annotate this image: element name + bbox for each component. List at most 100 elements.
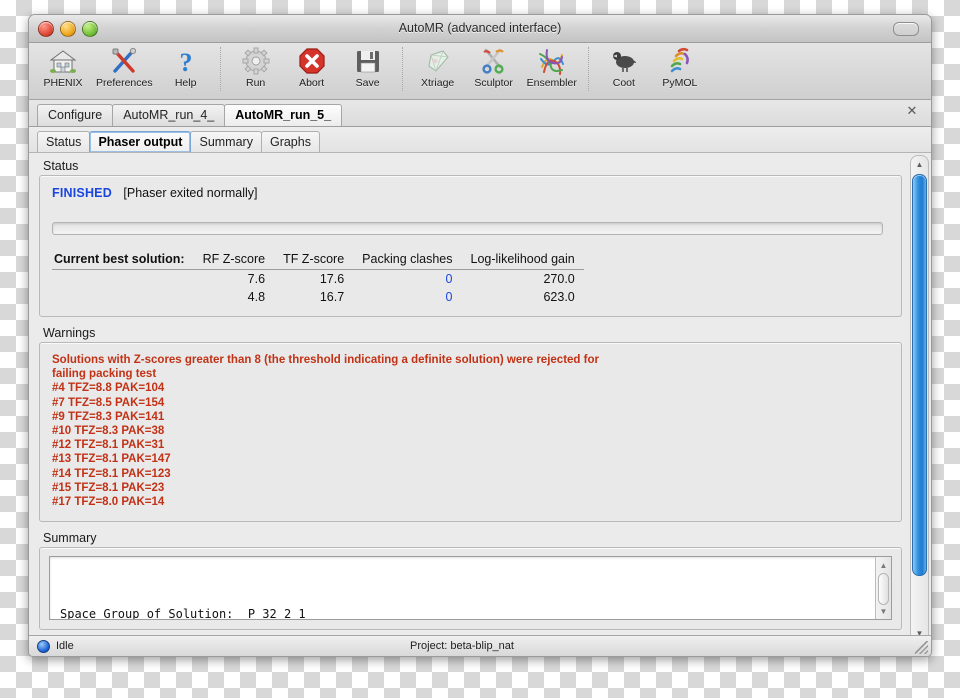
header-tf-zscore: TF Z-score bbox=[274, 251, 354, 270]
tab-phaser-output[interactable]: Phaser output bbox=[89, 131, 192, 152]
content-area: Status FINISHED [Phaser exited normally]… bbox=[29, 153, 931, 645]
scroll-pane: Status FINISHED [Phaser exited normally]… bbox=[29, 153, 910, 645]
toolbar-button-sculptor[interactable]: Sculptor bbox=[466, 46, 522, 89]
toolbar-button-phenix[interactable]: PHENIX bbox=[35, 46, 91, 89]
header-packing-clashes: Packing clashes bbox=[353, 251, 462, 270]
summary-group-body: Space Group of Solution: P 32 2 1 ▲ ▼ bbox=[39, 547, 902, 631]
toolbar-label: Run bbox=[245, 77, 266, 89]
tab-summary[interactable]: Summary bbox=[190, 131, 262, 152]
status-bar-project: Project: beta-blip_nat bbox=[410, 640, 514, 652]
resize-grip-icon[interactable] bbox=[915, 641, 928, 654]
toolbar-button-xtriage[interactable]: Xtriage bbox=[410, 46, 466, 89]
summary-text: Space Group of Solution: P 32 2 1 bbox=[60, 607, 306, 621]
tab-graphs[interactable]: Graphs bbox=[260, 131, 320, 152]
cell-llg: 270.0 bbox=[543, 272, 575, 286]
helix-icon bbox=[666, 46, 694, 76]
toolbar-separator bbox=[401, 47, 404, 91]
toolbar-label: PyMOL bbox=[662, 77, 698, 89]
status-bar: Idle Project: beta-blip_nat bbox=[29, 635, 931, 656]
svg-text:?: ? bbox=[179, 48, 192, 75]
main-scroll-thumb[interactable] bbox=[912, 174, 927, 576]
toolbar-group-external: Coot PyMOL bbox=[596, 46, 708, 94]
status-message: [Phaser exited normally] bbox=[123, 186, 258, 200]
crystal-icon bbox=[424, 46, 452, 76]
scroll-up-icon[interactable]: ▲ bbox=[911, 157, 928, 172]
tools-icon bbox=[110, 46, 138, 76]
row-label bbox=[52, 270, 194, 289]
summary-scrollbar[interactable]: ▲ ▼ bbox=[875, 557, 891, 620]
summary-group: Summary Space Group of Solution: P 32 2 … bbox=[39, 531, 902, 631]
warnings-text: Solutions with Z-scores greater than 8 (… bbox=[52, 354, 599, 509]
table-lead-header: Current best solution: bbox=[52, 251, 194, 270]
toolbar-button-abort[interactable]: Abort bbox=[284, 46, 340, 89]
close-tab-icon[interactable]: ✕ bbox=[905, 104, 919, 118]
summary-scroll-thumb[interactable] bbox=[878, 573, 889, 606]
toolbar: PHENIX Preferences ? Help Run Abort Save… bbox=[29, 43, 931, 100]
toolbar-group-main: PHENIX Preferences ? Help bbox=[35, 46, 214, 94]
toolbar-label: Help bbox=[174, 77, 197, 89]
header-rf-zscore: RF Z-score bbox=[193, 251, 275, 270]
title-bar: AutoMR (advanced interface) bbox=[29, 15, 931, 43]
cell-tf-zscore: 17.6 bbox=[319, 272, 345, 286]
warnings-group-title: Warnings bbox=[43, 326, 96, 340]
cell-llg: 623.0 bbox=[543, 290, 575, 304]
tab-status[interactable]: Status bbox=[37, 131, 91, 152]
status-state: FINISHED bbox=[52, 186, 112, 200]
main-scrollbar[interactable]: ▲ ▼ bbox=[910, 155, 929, 643]
toolbar-separator bbox=[219, 47, 222, 91]
toolbar-button-pymol[interactable]: PyMOL bbox=[652, 46, 708, 89]
summary-group-title: Summary bbox=[43, 531, 97, 546]
bird-icon bbox=[610, 46, 638, 76]
output-subtabs: Status Phaser output Summary Graphs bbox=[29, 127, 931, 153]
floppy-disk-icon bbox=[354, 46, 382, 76]
status-group-body: FINISHED [Phaser exited normally] Curren… bbox=[39, 175, 902, 317]
table-row: 4.8 16.7 0 623.0 bbox=[52, 288, 584, 306]
cell-rf-zscore: 4.8 bbox=[247, 290, 266, 304]
toolbar-group-tools: Xtriage Sculptor Ensembler bbox=[410, 46, 582, 94]
toolbar-button-save[interactable]: Save bbox=[340, 46, 396, 89]
window-title: AutoMR (advanced interface) bbox=[398, 21, 562, 35]
toolbar-label: Coot bbox=[612, 77, 635, 89]
tab-configure[interactable]: Configure bbox=[37, 104, 114, 126]
scroll-down-icon[interactable]: ▼ bbox=[876, 604, 891, 618]
scroll-up-icon[interactable]: ▲ bbox=[876, 558, 891, 572]
gear-icon bbox=[242, 46, 270, 76]
application-window: AutoMR (advanced interface) PHENIX Prefe… bbox=[28, 14, 932, 657]
status-line: FINISHED [Phaser exited normally] bbox=[52, 186, 889, 200]
status-group: Status FINISHED [Phaser exited normally]… bbox=[39, 159, 902, 317]
toolbar-button-help[interactable]: ? Help bbox=[158, 46, 214, 89]
cell-packing-clashes: 0 bbox=[445, 272, 453, 286]
toolbar-label: Abort bbox=[299, 77, 325, 89]
stop-x-icon bbox=[298, 46, 326, 76]
table-row: 7.6 17.6 0 270.0 bbox=[52, 270, 584, 289]
run-tabs: Configure AutoMR_run_4_ AutoMR_run_5_ ✕ bbox=[29, 100, 931, 127]
status-group-title: Status bbox=[43, 159, 79, 173]
table-header-row: Current best solution: RF Z-score TF Z-s… bbox=[52, 251, 584, 270]
toolbar-label: Preferences bbox=[96, 77, 153, 89]
tab-automr-run-4[interactable]: AutoMR_run_4_ bbox=[112, 104, 226, 126]
cell-packing-clashes: 0 bbox=[445, 290, 453, 304]
best-solution-table: Current best solution: RF Z-score TF Z-s… bbox=[52, 251, 584, 306]
warnings-group-body: Solutions with Z-scores greater than 8 (… bbox=[39, 342, 902, 523]
toolbar-label: Xtriage bbox=[420, 77, 455, 89]
house-icon bbox=[49, 46, 77, 76]
cell-tf-zscore: 16.7 bbox=[319, 290, 345, 304]
toolbar-button-ensembler[interactable]: Ensembler bbox=[522, 46, 582, 89]
tab-automr-run-5[interactable]: AutoMR_run_5_ bbox=[224, 104, 343, 126]
toolbar-label: Save bbox=[355, 77, 380, 89]
toolbar-separator bbox=[587, 47, 590, 91]
toolbar-button-coot[interactable]: Coot bbox=[596, 46, 652, 89]
header-llg: Log-likelihood gain bbox=[461, 251, 584, 270]
question-mark-icon: ? bbox=[172, 46, 200, 76]
toolbar-label: Sculptor bbox=[474, 77, 513, 89]
toolbar-label: Ensembler bbox=[526, 77, 577, 89]
scissors-icon bbox=[480, 46, 508, 76]
toolbar-button-preferences[interactable]: Preferences bbox=[91, 46, 158, 89]
warnings-group: Warnings Solutions with Z-scores greater… bbox=[39, 326, 902, 523]
toolbar-toggle-button[interactable] bbox=[893, 22, 919, 36]
toolbar-label: PHENIX bbox=[43, 77, 83, 89]
row-label bbox=[52, 288, 194, 306]
toolbar-button-run[interactable]: Run bbox=[228, 46, 284, 89]
cell-rf-zscore: 7.6 bbox=[247, 272, 266, 286]
summary-textarea[interactable]: Space Group of Solution: P 32 2 1 ▲ ▼ bbox=[49, 556, 892, 621]
